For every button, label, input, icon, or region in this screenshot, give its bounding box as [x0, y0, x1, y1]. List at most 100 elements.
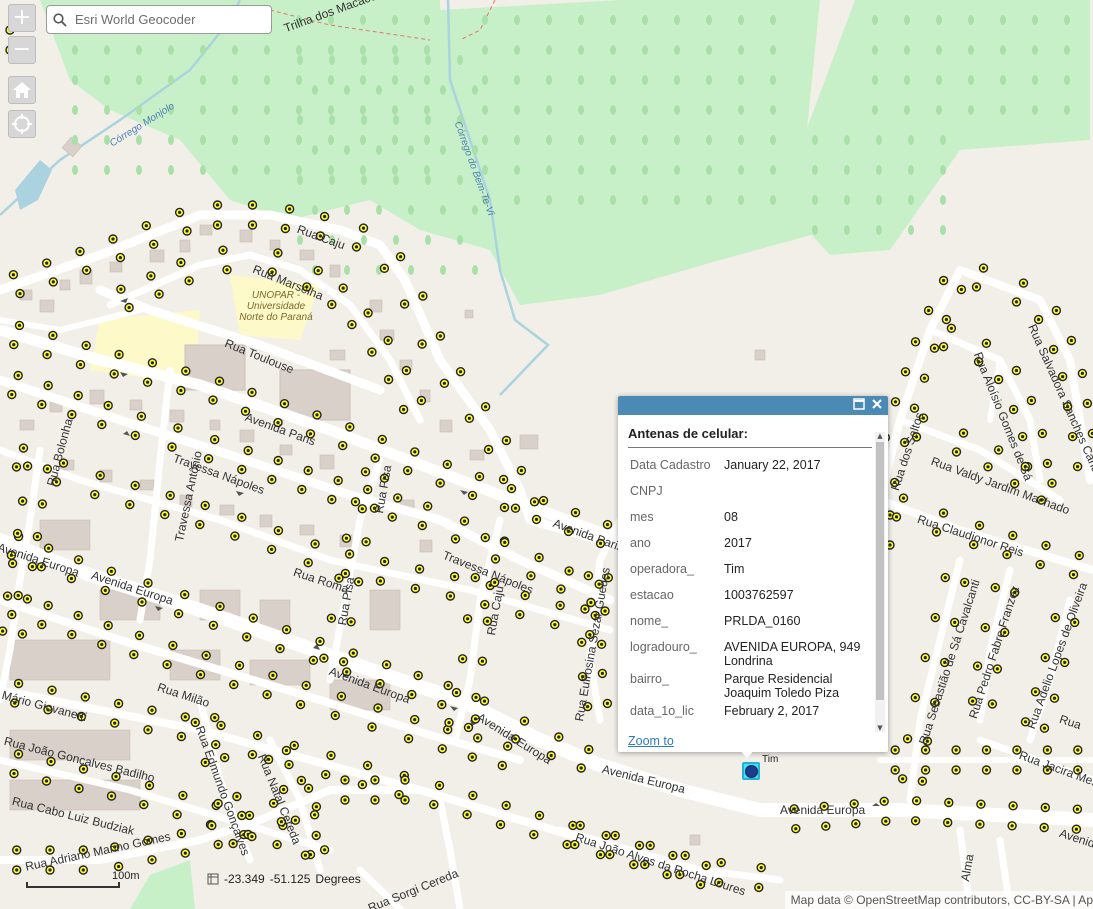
scroll-down-icon[interactable]: ▼ — [876, 724, 884, 732]
point-feature-center — [283, 226, 287, 231]
point-feature-center — [461, 657, 465, 661]
point-feature-center — [598, 853, 603, 857]
point-feature-center — [990, 702, 995, 706]
geocoder-search[interactable] — [46, 5, 272, 34]
locate-button[interactable] — [8, 110, 36, 138]
tree-symbol — [328, 135, 334, 145]
tree-symbol — [72, 135, 78, 145]
point-feature-center — [45, 353, 49, 357]
point-feature-center — [132, 653, 136, 657]
point-feature-center — [580, 640, 584, 644]
point-feature-center — [901, 777, 905, 781]
tree-symbol — [706, 165, 712, 175]
point-feature-center — [403, 302, 407, 306]
point-feature-center — [250, 223, 255, 227]
tree-symbol — [392, 75, 398, 85]
point-feature-center — [984, 768, 989, 772]
point-feature-center — [466, 725, 471, 730]
tree-symbol — [104, 75, 110, 85]
point-feature-center — [329, 753, 333, 758]
point-feature-center — [16, 593, 20, 598]
tree-symbol — [296, 45, 302, 55]
point-feature-center — [93, 493, 97, 497]
point-feature-center — [915, 799, 919, 803]
point-feature-center — [343, 798, 347, 802]
tree-symbol — [706, 15, 712, 25]
tree-symbol — [908, 135, 914, 145]
point-feature-center — [373, 798, 377, 802]
tree-symbol — [738, 45, 744, 55]
point-feature-center — [183, 715, 187, 719]
attribute-key: CNPJ — [630, 484, 663, 498]
tree-symbol — [296, 105, 302, 115]
popup-scrollbar[interactable]: ▲ ▼ — [875, 432, 885, 732]
point-feature-center — [559, 587, 563, 591]
search-icon[interactable] — [47, 6, 73, 33]
point-feature-center — [522, 719, 527, 723]
zoom-in-button[interactable]: + — [8, 4, 36, 32]
tree-symbol — [482, 165, 488, 175]
tree-symbol — [514, 105, 520, 115]
point-feature-center — [1075, 807, 1079, 811]
point-feature-center — [103, 588, 107, 593]
point-feature-center — [306, 468, 310, 473]
roads — [0, 210, 1093, 909]
zoom-out-button[interactable]: − — [8, 36, 36, 64]
tree-symbol — [72, 165, 78, 175]
tree-symbol — [872, 105, 878, 115]
point-feature-center — [470, 755, 474, 759]
point-feature-center — [946, 820, 950, 825]
point-feature-center — [903, 370, 908, 374]
home-button[interactable] — [8, 76, 36, 104]
point-feature-center — [465, 813, 469, 817]
point-feature-center — [366, 311, 370, 315]
tree-symbol — [968, 45, 974, 55]
tree-symbol — [940, 165, 946, 175]
scroll-thumb[interactable] — [876, 442, 884, 700]
selected-antenna-marker[interactable] — [742, 762, 760, 780]
point-feature-center — [426, 504, 430, 508]
search-input[interactable] — [73, 11, 267, 28]
tree-symbol — [312, 205, 318, 215]
maximize-icon[interactable] — [852, 398, 866, 412]
tree-symbol — [610, 15, 616, 25]
point-feature-center — [276, 458, 280, 463]
point-feature-center — [210, 823, 214, 828]
point-feature-center — [25, 597, 29, 601]
tree-symbol — [482, 75, 488, 85]
tree-symbol — [904, 75, 910, 85]
tree-symbol — [200, 45, 206, 55]
tree-symbol — [297, 175, 303, 185]
point-feature-center — [183, 851, 187, 855]
point-feature-center — [187, 279, 191, 283]
point-feature-center — [502, 505, 507, 509]
tree-symbol — [1000, 105, 1006, 115]
point-feature-center — [600, 671, 605, 676]
point-feature-center — [924, 748, 928, 752]
tree-symbol — [876, 165, 882, 175]
map-view[interactable]: Trilha dos Macacos Córrego Monjolo Córre… — [0, 0, 1093, 909]
point-feature-center — [233, 534, 237, 538]
tree-symbol — [546, 45, 552, 55]
point-feature-center — [445, 462, 449, 466]
tree-symbol — [936, 75, 942, 85]
attribute-value: Parque Residencial Joaquim Toledo Piza — [724, 672, 840, 700]
scroll-up-icon[interactable]: ▲ — [876, 432, 884, 440]
tree-symbol — [1032, 45, 1038, 55]
point-feature-center — [1053, 616, 1057, 620]
point-feature-center — [978, 822, 982, 826]
point-feature-center — [893, 748, 897, 752]
point-feature-center — [247, 813, 252, 818]
point-feature-center — [170, 445, 174, 449]
point-feature-center — [1045, 461, 1049, 465]
point-feature-center — [348, 425, 352, 429]
tree-symbol — [812, 225, 818, 235]
point-feature-center — [954, 748, 958, 752]
tree-symbol — [514, 75, 520, 85]
tree-symbol — [408, 205, 414, 215]
tree-symbol — [1064, 75, 1070, 85]
tree-symbol — [136, 45, 142, 55]
point-feature-center — [534, 517, 539, 522]
close-icon[interactable] — [870, 398, 884, 412]
zoom-to-link[interactable]: Zoom to — [628, 734, 674, 748]
